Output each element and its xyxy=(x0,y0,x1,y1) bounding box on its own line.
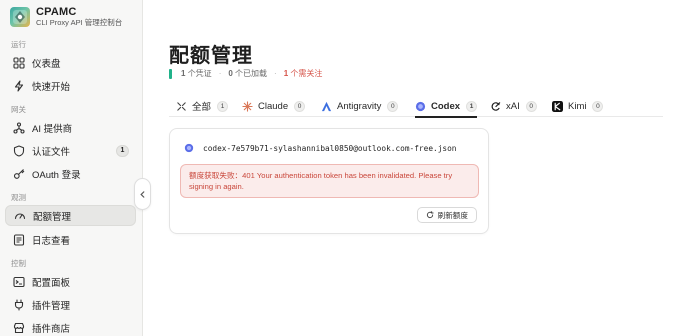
sidebar-item-label: 插件商店 xyxy=(32,323,71,335)
plug-icon xyxy=(13,298,25,311)
tab-count: 0 xyxy=(294,100,306,112)
credential-filename: codex-7e579b71-sylashannibal0850@outlook… xyxy=(203,143,457,153)
section-label-observe: 观测 xyxy=(11,193,26,202)
chevron-left-icon xyxy=(139,190,146,198)
quota-error-message: 额度获取失败：401 Your authentication token has… xyxy=(180,164,479,198)
sidebar-collapse-button[interactable] xyxy=(134,178,151,210)
gauge-icon xyxy=(14,210,26,222)
main-content: 配额管理 1 个凭证 · 0 个已加载 · 1 个需关注 全部 1 Claude… xyxy=(143,0,690,336)
loaded-count: 0 xyxy=(228,69,233,78)
separator-dot: · xyxy=(274,69,277,78)
section-label-gateway: 网关 xyxy=(11,105,26,114)
tab-claude[interactable]: Claude 0 xyxy=(242,95,306,117)
sidebar-item-plugin-management[interactable]: 插件管理 xyxy=(5,294,136,315)
store-icon xyxy=(13,322,25,334)
tab-label: 全部 xyxy=(192,102,212,113)
brand[interactable]: CPAMC CLI Proxy API 管理控制台 xyxy=(10,6,122,28)
sidebar-item-label: 仪表盘 xyxy=(32,58,61,70)
tab-label: xAI xyxy=(506,100,520,112)
tab-label: Claude xyxy=(258,100,289,112)
sidebar: CPAMC CLI Proxy API 管理控制台 运行 仪表盘 快速开始 网关… xyxy=(0,0,143,336)
sidebar-item-oauth-login[interactable]: OAuth 登录 xyxy=(5,163,136,184)
sidebar-item-label: 认证文件 xyxy=(32,146,71,158)
app-title: CPAMC xyxy=(36,6,77,18)
tab-count: 0 xyxy=(525,100,537,112)
loaded-label: 个已加载 xyxy=(235,69,268,78)
refresh-quota-label: 刷新额度 xyxy=(437,210,468,220)
quota-card: codex-7e579b71-sylashannibal0850@outlook… xyxy=(169,128,489,234)
kimi-icon xyxy=(552,100,563,112)
tab-antigravity[interactable]: Antigravity 0 xyxy=(321,95,399,117)
tab-label: Kimi xyxy=(568,100,587,112)
app-logo xyxy=(10,7,30,27)
sidebar-item-logs[interactable]: 日志查看 xyxy=(5,229,136,250)
claude-icon xyxy=(242,100,253,112)
sidebar-item-label: 配置面板 xyxy=(32,277,71,289)
codex-icon xyxy=(184,143,194,153)
sidebar-item-label: 日志查看 xyxy=(32,235,71,247)
sidebar-item-plugin-store[interactable]: 插件商店 xyxy=(5,317,136,336)
all-icon xyxy=(176,101,187,112)
separator-dot: · xyxy=(218,69,222,78)
tab-all[interactable]: 全部 1 xyxy=(176,95,229,117)
document-lines-icon xyxy=(13,233,25,246)
sidebar-item-label: 配额管理 xyxy=(33,211,72,223)
sidebar-item-label: 插件管理 xyxy=(32,300,71,312)
credentials-label: 个凭证 xyxy=(187,69,212,78)
antigravity-icon xyxy=(321,101,332,112)
sidebar-item-dashboard[interactable]: 仪表盘 xyxy=(5,52,136,73)
section-label-control: 控制 xyxy=(11,259,26,268)
attention-count: 1 xyxy=(283,69,289,78)
dashboard-grid-icon xyxy=(13,56,25,69)
lightning-icon xyxy=(13,79,25,92)
codex-icon xyxy=(415,101,426,112)
tab-count: 0 xyxy=(592,100,604,112)
sidebar-item-config-panel[interactable]: 配置面板 xyxy=(5,271,136,292)
sidebar-item-ai-providers[interactable]: AI 提供商 xyxy=(5,117,136,138)
quota-stats: 1 个凭证 · 0 个已加载 · 1 个需关注 xyxy=(169,68,322,79)
shield-icon xyxy=(13,144,25,157)
terminal-icon xyxy=(13,276,25,288)
provider-tabs: 全部 1 Claude 0 Antigravity 0 Codex 1 xAI … xyxy=(169,95,663,118)
refresh-quota-button[interactable]: 刷新额度 xyxy=(416,207,477,223)
network-nodes-icon xyxy=(13,121,25,134)
credentials-count: 1 xyxy=(181,69,186,78)
refresh-icon xyxy=(426,211,434,219)
sidebar-item-label: OAuth 登录 xyxy=(32,169,81,181)
tab-count: 1 xyxy=(217,100,229,112)
attention-label: 个需关注 xyxy=(290,69,323,78)
section-label-run: 运行 xyxy=(11,40,26,49)
tab-kimi[interactable]: Kimi 0 xyxy=(552,95,604,117)
tab-count: 1 xyxy=(466,100,478,112)
tab-count: 0 xyxy=(387,100,399,112)
sidebar-item-quickstart[interactable]: 快速开始 xyxy=(5,75,136,96)
stats-accent-bar xyxy=(169,68,172,79)
app-subtitle: CLI Proxy API 管理控制台 xyxy=(36,18,123,27)
tab-label: Antigravity xyxy=(337,100,382,112)
xai-icon xyxy=(490,101,501,112)
sidebar-item-label: AI 提供商 xyxy=(32,123,73,135)
key-icon xyxy=(13,168,25,180)
auth-files-count-badge: 1 xyxy=(116,145,129,157)
tab-codex[interactable]: Codex 1 xyxy=(415,95,478,118)
tab-xai[interactable]: xAI 0 xyxy=(490,95,537,117)
tab-label: Codex xyxy=(431,100,461,112)
sidebar-item-auth-files[interactable]: 认证文件 1 xyxy=(5,140,136,161)
sidebar-item-quota-management[interactable]: 配额管理 xyxy=(5,205,136,226)
sidebar-item-label: 快速开始 xyxy=(32,81,71,93)
page-title: 配额管理 xyxy=(169,45,253,67)
